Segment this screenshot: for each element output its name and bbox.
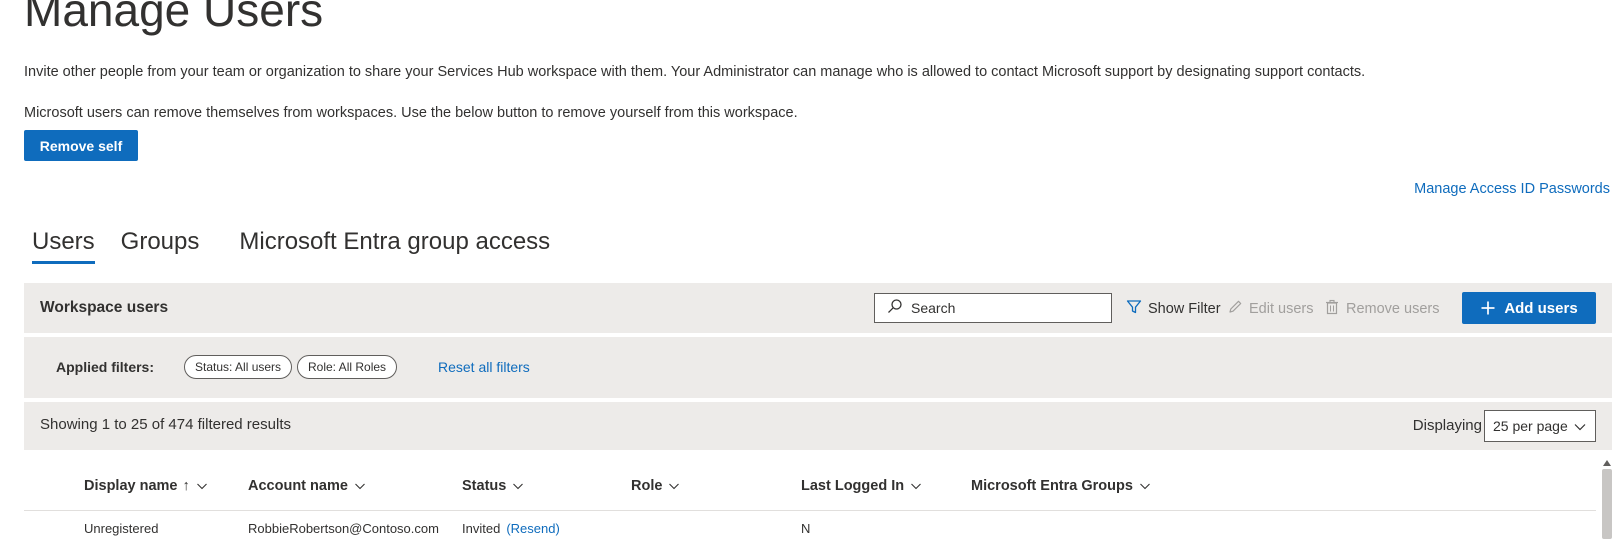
show-filter-button[interactable]: Show Filter bbox=[1126, 299, 1221, 319]
chevron-down-icon bbox=[1139, 480, 1151, 492]
chevron-down-icon bbox=[668, 480, 680, 492]
chevron-down-icon bbox=[196, 480, 208, 492]
per-page-value: 25 per page bbox=[1493, 418, 1568, 434]
tab-list: Users Groups Microsoft Entra group acces… bbox=[24, 228, 568, 264]
table-header: Display name ↑ Account name Status Role … bbox=[24, 460, 1596, 511]
remove-users-button[interactable]: Remove users bbox=[1324, 299, 1439, 319]
column-header-role[interactable]: Role bbox=[631, 478, 680, 494]
applied-filters-bar: Applied filters: Status: All users Role:… bbox=[24, 337, 1612, 398]
add-users-button[interactable]: Add users bbox=[1462, 292, 1596, 324]
per-page-select[interactable]: 25 per page bbox=[1484, 410, 1596, 442]
search-input[interactable] bbox=[909, 299, 1103, 317]
search-box[interactable] bbox=[874, 293, 1112, 323]
tab-groups[interactable]: Groups bbox=[113, 228, 208, 262]
remove-self-button[interactable]: Remove self bbox=[24, 130, 138, 161]
edit-users-label: Edit users bbox=[1249, 301, 1314, 317]
filter-chip-role[interactable]: Role: All Roles bbox=[297, 355, 398, 379]
tab-users[interactable]: Users bbox=[24, 228, 103, 264]
trash-icon bbox=[1324, 299, 1340, 319]
column-header-entra-groups[interactable]: Microsoft Entra Groups bbox=[971, 478, 1151, 494]
sort-ascending-icon: ↑ bbox=[182, 478, 190, 494]
search-icon bbox=[887, 298, 903, 319]
filter-chip-status[interactable]: Status: All users bbox=[184, 355, 293, 379]
column-header-status[interactable]: Status bbox=[462, 478, 524, 494]
remove-self-description: Microsoft users can remove themselves fr… bbox=[24, 105, 798, 121]
chevron-down-icon bbox=[512, 480, 524, 492]
results-summary: Showing 1 to 25 of 474 filtered results bbox=[40, 416, 291, 433]
results-bar: Showing 1 to 25 of 474 filtered results … bbox=[24, 402, 1612, 450]
add-users-label: Add users bbox=[1504, 299, 1578, 317]
remove-users-label: Remove users bbox=[1346, 301, 1440, 317]
chevron-down-icon bbox=[1573, 420, 1587, 437]
applied-filters-label: Applied filters: bbox=[56, 359, 155, 375]
table-scrollbar[interactable] bbox=[1600, 455, 1614, 539]
pencil-icon bbox=[1227, 299, 1243, 319]
page-title: Manage Users bbox=[24, 0, 324, 36]
chevron-down-icon bbox=[910, 480, 922, 492]
displaying-label: Displaying bbox=[1412, 417, 1482, 434]
column-header-last-logged-in[interactable]: Last Logged In bbox=[801, 478, 922, 494]
plus-icon bbox=[1480, 300, 1496, 316]
filter-icon bbox=[1126, 299, 1142, 319]
workspace-users-title: Workspace users bbox=[40, 299, 169, 316]
edit-users-button[interactable]: Edit users bbox=[1227, 299, 1313, 319]
column-header-display-name[interactable]: Display name ↑ bbox=[84, 478, 208, 494]
table-row[interactable]: Unregistered RobbieRobertson@Contoso.com… bbox=[24, 515, 1596, 555]
chevron-down-icon bbox=[354, 480, 366, 492]
column-header-account-name[interactable]: Account name bbox=[248, 478, 366, 494]
workspace-users-toolbar: Workspace users Show Filter Edit users R… bbox=[24, 283, 1612, 333]
tab-entra-group-access[interactable]: Microsoft Entra group access bbox=[231, 228, 558, 262]
page-description: Invite other people from your team or or… bbox=[24, 64, 1366, 80]
show-filter-label: Show Filter bbox=[1148, 301, 1221, 317]
manage-access-id-passwords-link[interactable]: Manage Access ID Passwords bbox=[1414, 181, 1610, 197]
reset-all-filters-link[interactable]: Reset all filters bbox=[438, 359, 530, 375]
